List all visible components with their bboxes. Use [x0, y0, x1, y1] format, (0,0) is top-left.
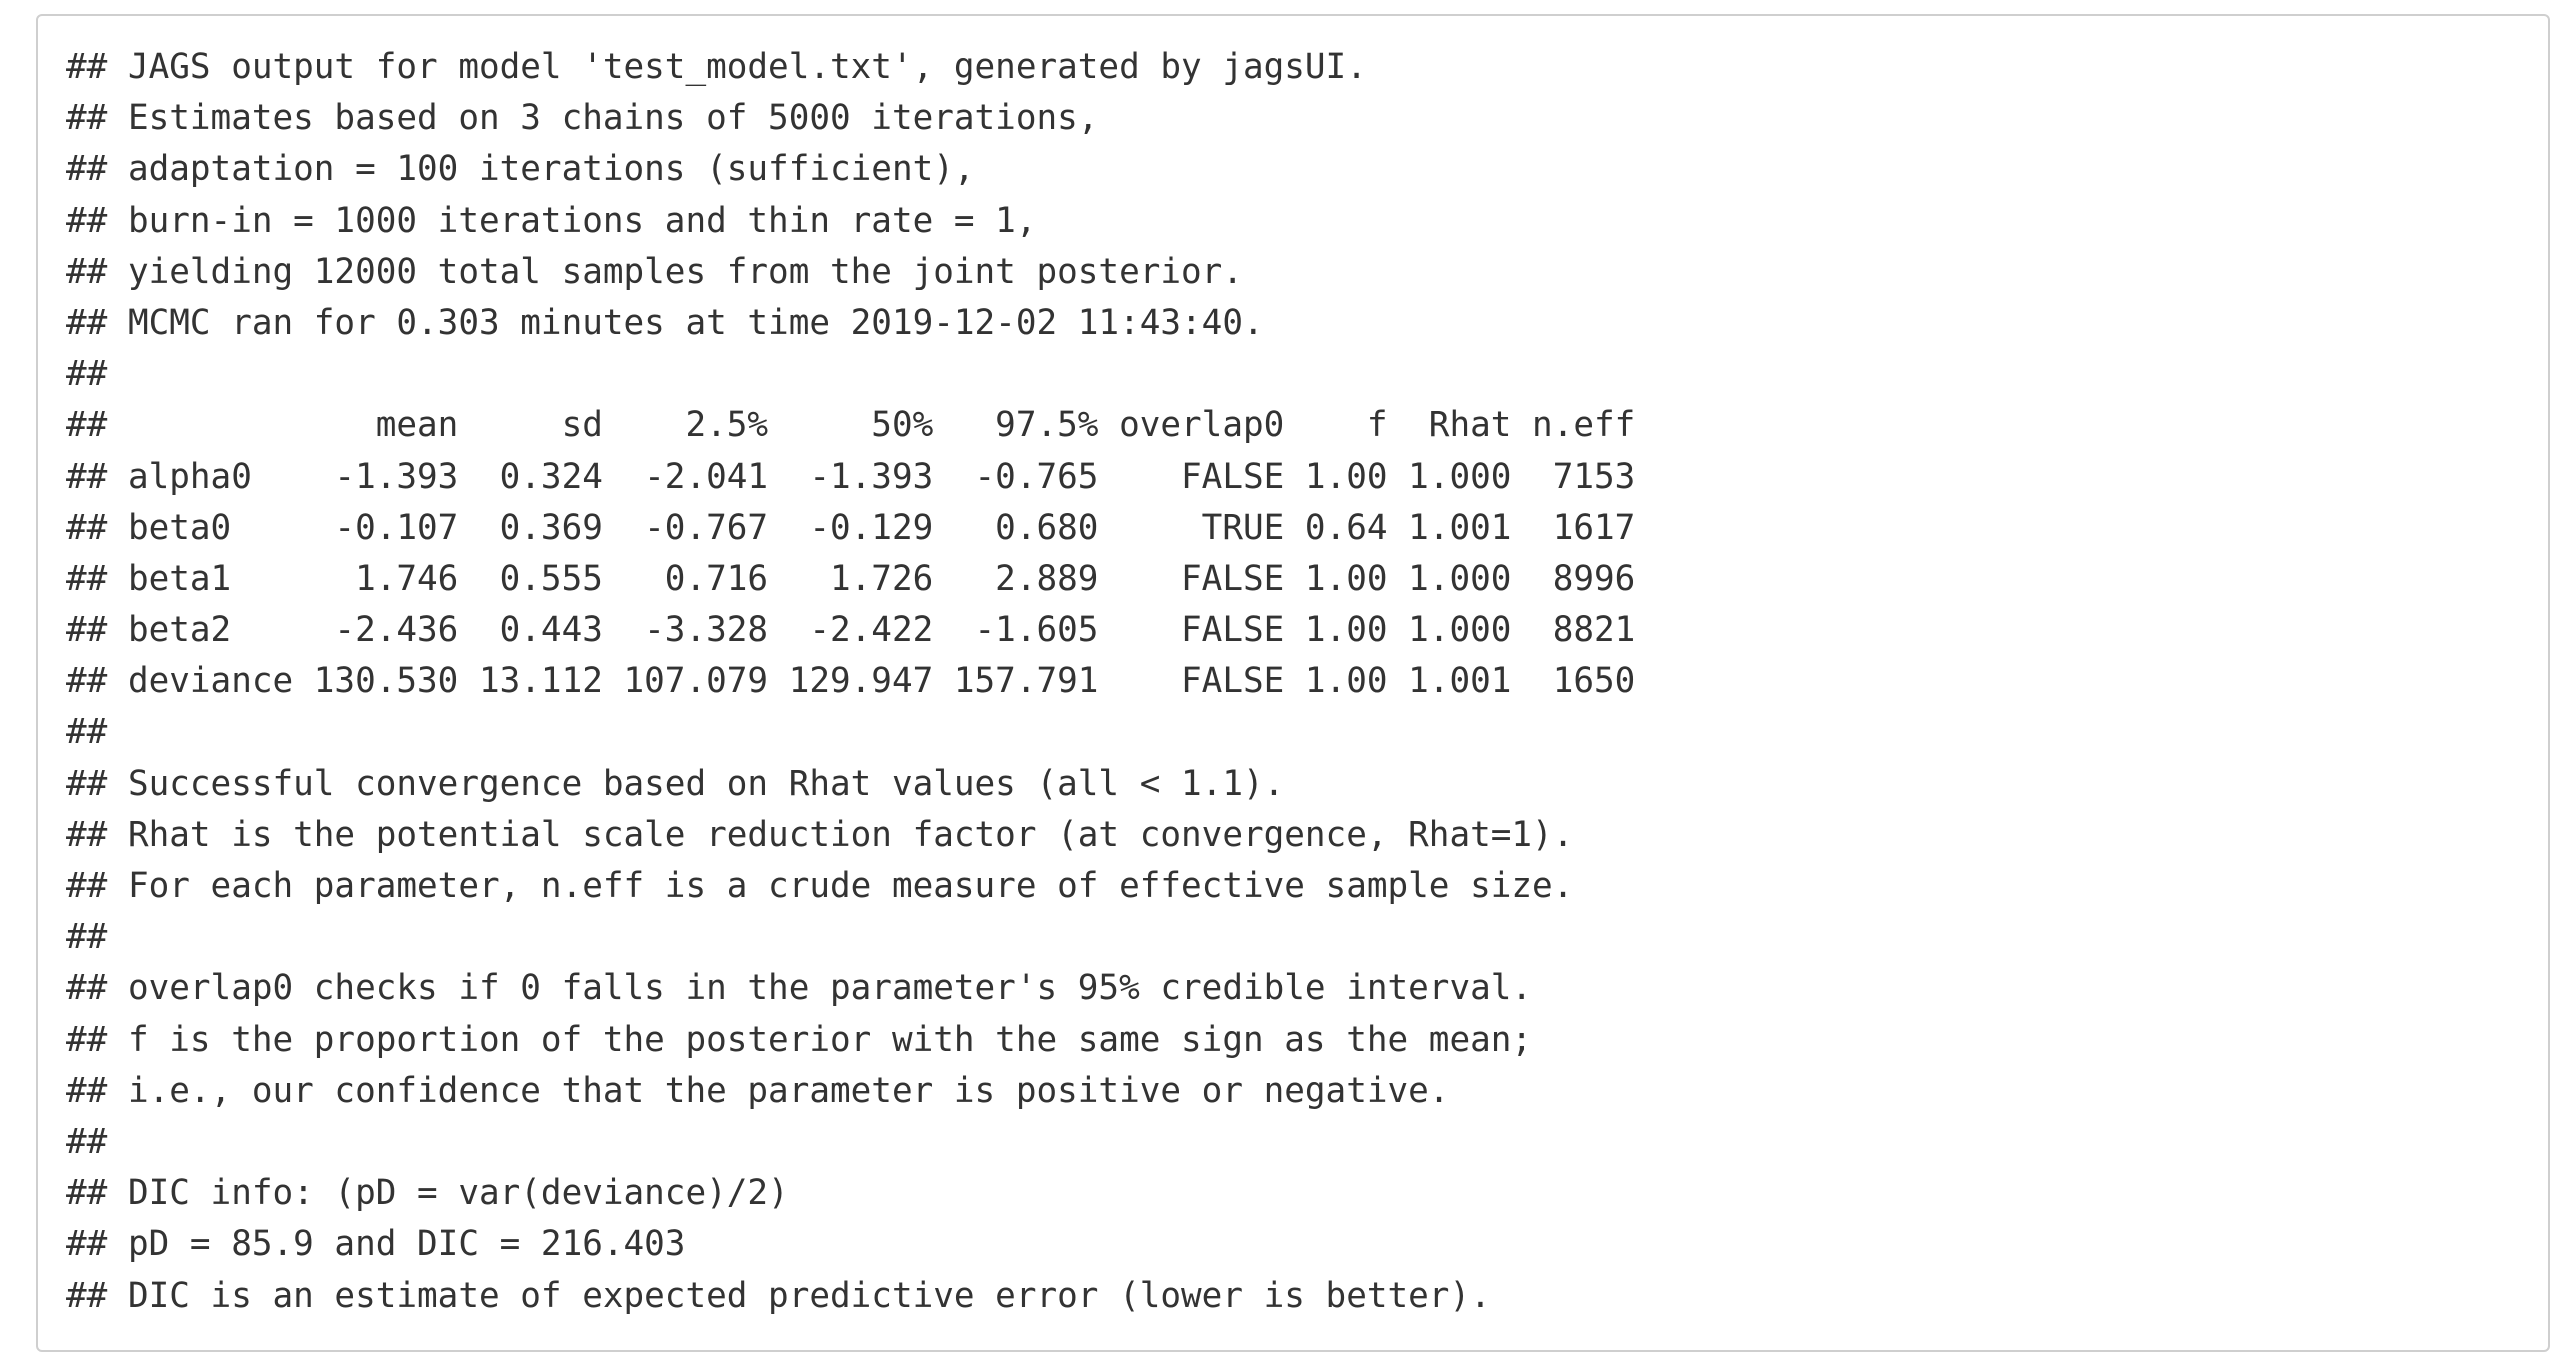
- console-output-text: ## JAGS output for model 'test_model.txt…: [66, 42, 1635, 1322]
- output-line: ## burn-in = 1000 iterations and thin ra…: [66, 200, 1037, 241]
- output-line: ## f is the proportion of the posterior …: [66, 1019, 1533, 1060]
- output-line: ## MCMC ran for 0.303 minutes at time 20…: [66, 302, 1264, 343]
- table-row-beta0: ## beta0 -0.107 0.369 -0.767 -0.129 0.68…: [66, 507, 1636, 548]
- output-line: ## Estimates based on 3 chains of 5000 i…: [66, 98, 1099, 139]
- table-row-beta2: ## beta2 -2.436 0.443 -3.328 -2.422 -1.6…: [66, 610, 1636, 651]
- output-line: ## JAGS output for model 'test_model.txt…: [66, 47, 1367, 87]
- output-line: ## yielding 12000 total samples from the…: [66, 251, 1243, 292]
- console-output-block: ## JAGS output for model 'test_model.txt…: [36, 14, 2550, 1352]
- output-line: ## DIC info: (pD = var(deviance)/2): [66, 1173, 789, 1214]
- output-line: ## adaptation = 100 iterations (sufficie…: [66, 149, 975, 190]
- table-row-alpha0: ## alpha0 -1.393 0.324 -2.041 -1.393 -0.…: [66, 456, 1636, 497]
- output-line: ##: [66, 712, 108, 753]
- output-line: ## For each parameter, n.eff is a crude …: [66, 866, 1574, 906]
- output-line: ## Rhat is the potential scale reduction…: [66, 814, 1574, 855]
- output-line: ## pD = 85.9 and DIC = 216.403: [66, 1224, 686, 1265]
- output-line: ##: [66, 1121, 108, 1162]
- output-line: ## DIC is an estimate of expected predic…: [66, 1275, 1491, 1316]
- table-row-beta1: ## beta1 1.746 0.555 0.716 1.726 2.889 F…: [66, 558, 1636, 599]
- output-line: ##: [66, 354, 108, 395]
- table-row-deviance: ## deviance 130.530 13.112 107.079 129.9…: [66, 661, 1636, 702]
- table-header-line: ## mean sd 2.5% 50% 97.5% overlap0 f Rha…: [66, 405, 1636, 446]
- output-line: ##: [66, 917, 108, 958]
- output-line: ## i.e., our confidence that the paramet…: [66, 1070, 1450, 1111]
- output-line: ## overlap0 checks if 0 falls in the par…: [66, 968, 1533, 1009]
- output-line: ## Successful convergence based on Rhat …: [66, 763, 1285, 804]
